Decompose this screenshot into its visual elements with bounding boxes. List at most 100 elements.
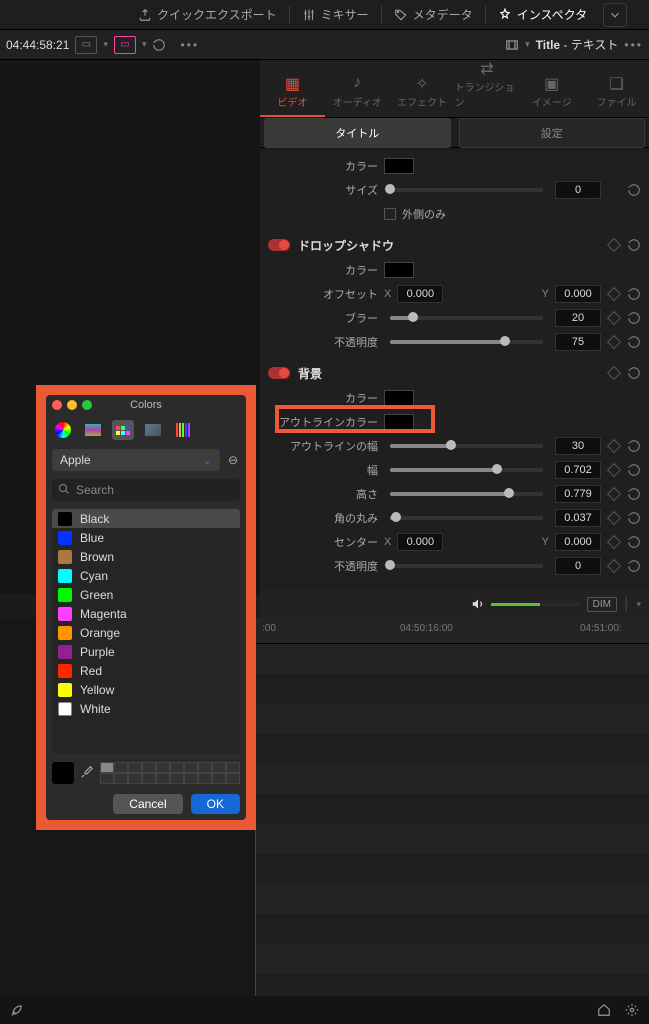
pencils-mode[interactable] bbox=[172, 420, 194, 440]
reset-icon[interactable] bbox=[627, 487, 641, 501]
color-item-magenta[interactable]: Magenta bbox=[52, 604, 240, 623]
color-item-green[interactable]: Green bbox=[52, 585, 240, 604]
image-mode[interactable] bbox=[142, 420, 164, 440]
opacity2-value[interactable]: 0 bbox=[555, 557, 601, 575]
blur-slider[interactable] bbox=[390, 316, 543, 320]
toolbar-dropdown[interactable] bbox=[603, 3, 627, 27]
keyframe-icon[interactable] bbox=[607, 335, 621, 349]
color-item-orange[interactable]: Orange bbox=[52, 623, 240, 642]
inspector-options[interactable]: ••• bbox=[624, 38, 643, 52]
center-x[interactable]: 0.000 bbox=[397, 533, 443, 551]
offset-x[interactable]: 0.000 bbox=[397, 285, 443, 303]
color-search[interactable]: Search bbox=[52, 479, 240, 501]
cancel-button[interactable]: Cancel bbox=[113, 794, 182, 814]
background-toggle[interactable] bbox=[268, 367, 290, 379]
palette-mode[interactable] bbox=[112, 420, 134, 440]
reset-icon[interactable] bbox=[627, 287, 641, 301]
subtab-title[interactable]: タイトル bbox=[264, 118, 451, 148]
height-slider[interactable] bbox=[390, 492, 543, 496]
loop-icon[interactable] bbox=[152, 38, 166, 52]
color-item-white[interactable]: White bbox=[52, 699, 240, 718]
width-slider[interactable] bbox=[390, 468, 543, 472]
reset-icon[interactable] bbox=[627, 439, 641, 453]
palette-select[interactable]: Apple ⌄ bbox=[52, 449, 220, 471]
keyframe-icon[interactable] bbox=[607, 287, 621, 301]
metadata-button[interactable]: メタデータ bbox=[388, 4, 479, 25]
speaker-icon[interactable] bbox=[471, 597, 485, 611]
palette-action-icon[interactable]: ⊖ bbox=[226, 453, 240, 467]
tab-effect[interactable]: ✧エフェクト bbox=[390, 74, 455, 117]
reset-icon[interactable] bbox=[627, 311, 641, 325]
outline-width-value[interactable]: 30 bbox=[555, 437, 601, 455]
outline-color-swatch[interactable] bbox=[384, 414, 414, 430]
color-item-cyan[interactable]: Cyan bbox=[52, 566, 240, 585]
keyframe-icon[interactable] bbox=[607, 366, 621, 380]
color-item-brown[interactable]: Brown bbox=[52, 547, 240, 566]
home-icon[interactable] bbox=[597, 1003, 611, 1017]
color-item-yellow[interactable]: Yellow bbox=[52, 680, 240, 699]
color-item-black[interactable]: Black bbox=[52, 509, 240, 528]
viewer-options[interactable]: ••• bbox=[180, 38, 199, 52]
tab-transition[interactable]: ⇄トランジション bbox=[454, 59, 519, 117]
keyframe-icon[interactable] bbox=[607, 463, 621, 477]
inspector-button[interactable]: インスペクタ bbox=[492, 4, 593, 25]
tab-audio[interactable]: ♪オーディオ bbox=[325, 74, 390, 117]
size-slider[interactable] bbox=[390, 188, 543, 192]
color-swatch[interactable] bbox=[384, 158, 414, 174]
display-mode-button[interactable]: ▭ bbox=[75, 36, 97, 54]
timecode[interactable]: 04:44:58:21 bbox=[6, 38, 69, 52]
keyframe-icon[interactable] bbox=[607, 511, 621, 525]
color-list[interactable]: BlackBlueBrownCyanGreenMagentaOrangePurp… bbox=[52, 509, 240, 754]
color-wheel-mode[interactable] bbox=[52, 420, 74, 440]
tab-file[interactable]: ❏ファイル bbox=[584, 74, 649, 117]
drop-shadow-toggle[interactable] bbox=[268, 239, 290, 251]
color-item-blue[interactable]: Blue bbox=[52, 528, 240, 547]
gear-icon[interactable] bbox=[625, 1003, 639, 1017]
opacity-slider[interactable] bbox=[390, 340, 543, 344]
section-background[interactable]: 背景 bbox=[268, 360, 641, 386]
keyframe-icon[interactable] bbox=[607, 439, 621, 453]
reset-icon[interactable] bbox=[627, 366, 641, 380]
fx-overlay-button[interactable]: ▭ bbox=[114, 36, 136, 54]
corner-value[interactable]: 0.037 bbox=[555, 509, 601, 527]
rocket-icon[interactable] bbox=[10, 1003, 24, 1017]
reset-icon[interactable] bbox=[627, 463, 641, 477]
reset-icon[interactable] bbox=[627, 335, 641, 349]
reset-icon[interactable] bbox=[627, 238, 641, 252]
blur-value[interactable]: 20 bbox=[555, 309, 601, 327]
reset-icon[interactable] bbox=[627, 511, 641, 525]
keyframe-icon[interactable] bbox=[607, 535, 621, 549]
size-value[interactable]: 0 bbox=[555, 181, 601, 199]
opacity2-slider[interactable] bbox=[390, 564, 543, 568]
bg-color-swatch[interactable] bbox=[384, 390, 414, 406]
outline-width-slider[interactable] bbox=[390, 444, 543, 448]
sliders-mode[interactable] bbox=[82, 420, 104, 440]
outside-only-checkbox[interactable] bbox=[384, 208, 396, 220]
color-item-purple[interactable]: Purple bbox=[52, 642, 240, 661]
clip-icon[interactable] bbox=[505, 38, 519, 52]
volume-slider[interactable] bbox=[491, 603, 581, 606]
dim-button[interactable]: DIM bbox=[587, 597, 617, 612]
subtab-settings[interactable]: 設定 bbox=[459, 118, 646, 148]
tab-video[interactable]: ▦ビデオ bbox=[260, 74, 325, 117]
center-y[interactable]: 0.000 bbox=[555, 533, 601, 551]
keyframe-icon[interactable] bbox=[607, 487, 621, 501]
ds-color-swatch[interactable] bbox=[384, 262, 414, 278]
ok-button[interactable]: OK bbox=[191, 794, 240, 814]
reset-icon[interactable] bbox=[627, 535, 641, 549]
height-value[interactable]: 0.779 bbox=[555, 485, 601, 503]
offset-y[interactable]: 0.000 bbox=[555, 285, 601, 303]
color-item-red[interactable]: Red bbox=[52, 661, 240, 680]
reset-icon[interactable] bbox=[627, 183, 641, 197]
tab-image[interactable]: ▣イメージ bbox=[519, 74, 584, 117]
width-value[interactable]: 0.702 bbox=[555, 461, 601, 479]
quick-export-button[interactable]: クイックエクスポート bbox=[132, 4, 283, 25]
keyframe-icon[interactable] bbox=[607, 238, 621, 252]
eyedropper-icon[interactable] bbox=[80, 765, 94, 782]
current-color-swatch[interactable] bbox=[52, 762, 74, 784]
reset-icon[interactable] bbox=[627, 559, 641, 573]
mixer-button[interactable]: ミキサー bbox=[296, 4, 375, 25]
section-drop-shadow[interactable]: ドロップシャドウ bbox=[268, 232, 641, 258]
corner-slider[interactable] bbox=[390, 516, 543, 520]
swatch-grid[interactable] bbox=[100, 762, 240, 784]
